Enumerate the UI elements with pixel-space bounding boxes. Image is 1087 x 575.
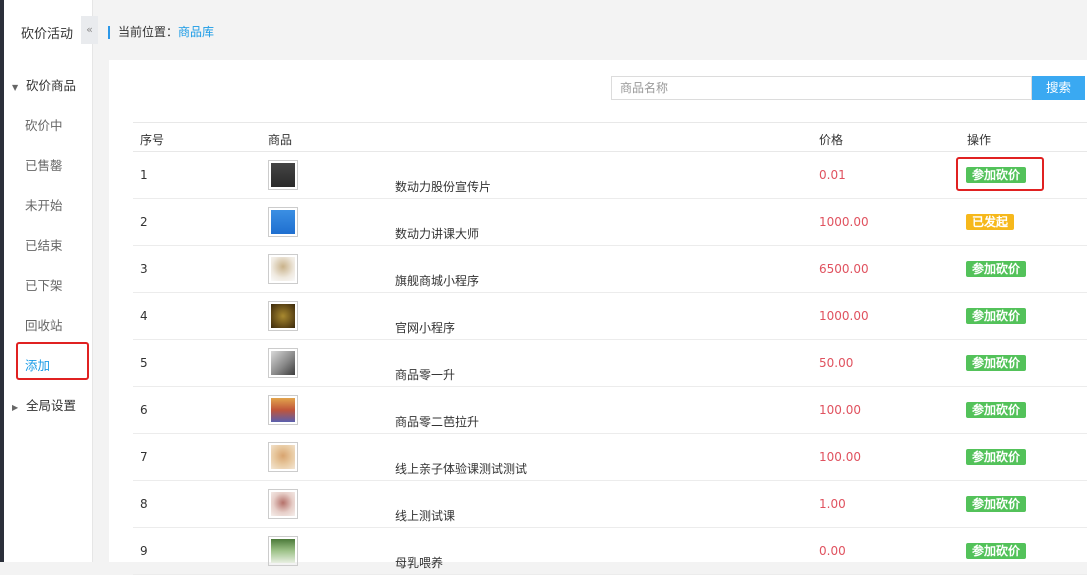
product-thumbnail[interactable] <box>268 301 298 331</box>
sidebar-item-recycle-bin[interactable]: 回收站 <box>25 315 63 334</box>
product-name: 商品零二芭拉升 <box>395 415 480 429</box>
highlight-box-join-bargain <box>956 157 1044 191</box>
join-bargain-button[interactable]: 参加砍价 <box>966 261 1027 277</box>
product-price: 50.00 <box>819 356 854 370</box>
product-thumbnail[interactable] <box>268 207 298 237</box>
row-index: 7 <box>140 450 148 464</box>
caret-right-icon: ▶ <box>12 403 19 412</box>
sidebar-group-label: 全局设置 <box>26 398 77 413</box>
sidebar-group-label: 砍价商品 <box>26 78 77 93</box>
join-bargain-button[interactable]: 参加砍价 <box>966 449 1027 465</box>
join-bargain-button[interactable]: 参加砍价 <box>966 543 1027 559</box>
join-bargain-button[interactable]: 参加砍价 <box>966 496 1027 512</box>
join-bargain-button[interactable]: 参加砍价 <box>966 402 1027 418</box>
table-row: 4 官网小程序 1000.00 参加砍价 <box>133 293 1087 340</box>
product-thumbnail[interactable] <box>268 348 298 378</box>
sidebar-title: 砍价活动 <box>21 27 74 42</box>
table-row: 3 旗舰商城小程序 6500.00 参加砍价 <box>133 246 1087 293</box>
sidebar-item-ended[interactable]: 已结束 <box>25 235 63 254</box>
product-price: 100.00 <box>819 403 861 417</box>
row-index: 6 <box>140 403 148 417</box>
row-index: 1 <box>140 168 148 182</box>
table-header: 序号 商品 价格 操作 <box>133 122 1087 152</box>
row-index: 8 <box>140 497 148 511</box>
row-index: 3 <box>140 262 148 276</box>
caret-down-icon: ▼ <box>12 83 19 92</box>
table-row: 2 数动力讲课大师 1000.00 已发起 <box>133 199 1087 246</box>
launched-badge[interactable]: 已发起 <box>966 214 1015 230</box>
main-panel: 搜索 序号 商品 价格 操作 1 数动力股份宣传片 0.01 参加砍价 2 数动… <box>109 60 1087 575</box>
product-name: 旗舰商城小程序 <box>395 274 480 288</box>
sidebar-item-not-started[interactable]: 未开始 <box>25 195 63 214</box>
sidebar-item-off-shelf[interactable]: 已下架 <box>25 275 63 294</box>
breadcrumb-prefix: 当前位置： <box>118 25 179 39</box>
product-name: 线上测试课 <box>395 509 456 523</box>
product-name: 母乳喂养 <box>395 556 444 570</box>
product-thumbnail[interactable] <box>268 442 298 472</box>
header-product: 商品 <box>268 133 293 147</box>
table-row: 8 线上测试课 1.00 参加砍价 <box>133 481 1087 528</box>
product-price: 1.00 <box>819 497 846 511</box>
product-price: 0.01 <box>819 168 846 182</box>
sidebar-group-global-settings[interactable]: ▶ 全局设置 <box>12 395 76 414</box>
table-row: 9 母乳喂养 0.00 参加砍价 <box>133 528 1087 575</box>
product-name: 商品零一升 <box>395 368 456 382</box>
product-price: 6500.00 <box>819 262 869 276</box>
product-price: 1000.00 <box>819 215 869 229</box>
product-name: 线上亲子体验课测试测试 <box>395 462 528 476</box>
search-input[interactable] <box>611 76 1032 100</box>
table-row: 7 线上亲子体验课测试测试 100.00 参加砍价 <box>133 434 1087 481</box>
product-name: 数动力股份宣传片 <box>395 180 492 194</box>
product-price: 100.00 <box>819 450 861 464</box>
highlight-box-add <box>16 342 89 380</box>
row-index: 4 <box>140 309 148 323</box>
breadcrumb-current[interactable]: 商品库 <box>178 25 214 39</box>
header-price: 价格 <box>819 133 844 147</box>
join-bargain-button[interactable]: 参加砍价 <box>966 355 1027 371</box>
table-row: 1 数动力股份宣传片 0.01 参加砍价 <box>133 152 1087 199</box>
product-name: 官网小程序 <box>395 321 456 335</box>
product-thumbnail[interactable] <box>268 160 298 190</box>
sidebar: 砍价活动 « ▼ 砍价商品 砍价中 已售罄 未开始 已结束 已下架 回收站 添加 … <box>4 0 98 562</box>
sidebar-group-bargain-goods[interactable]: ▼ 砍价商品 <box>12 75 76 94</box>
product-thumbnail[interactable] <box>268 254 298 284</box>
header-index: 序号 <box>140 133 165 147</box>
row-index: 9 <box>140 544 148 558</box>
product-price: 1000.00 <box>819 309 869 323</box>
sidebar-item-bargaining[interactable]: 砍价中 <box>25 115 63 134</box>
table-row: 6 商品零二芭拉升 100.00 参加砍价 <box>133 387 1087 434</box>
collapse-sidebar-icon[interactable]: « <box>81 16 98 44</box>
product-thumbnail[interactable] <box>268 395 298 425</box>
product-thumbnail[interactable] <box>268 489 298 519</box>
breadcrumb: 当前位置：商品库 <box>108 26 214 39</box>
table-row: 5 商品零一升 50.00 参加砍价 <box>133 340 1087 387</box>
sidebar-item-sold-out[interactable]: 已售罄 <box>25 155 63 174</box>
product-name: 数动力讲课大师 <box>395 227 480 241</box>
row-index: 5 <box>140 356 148 370</box>
header-action: 操作 <box>967 133 992 147</box>
row-index: 2 <box>140 215 148 229</box>
product-price: 0.00 <box>819 544 846 558</box>
join-bargain-button[interactable]: 参加砍价 <box>966 308 1027 324</box>
search-button[interactable]: 搜索 <box>1032 76 1085 100</box>
